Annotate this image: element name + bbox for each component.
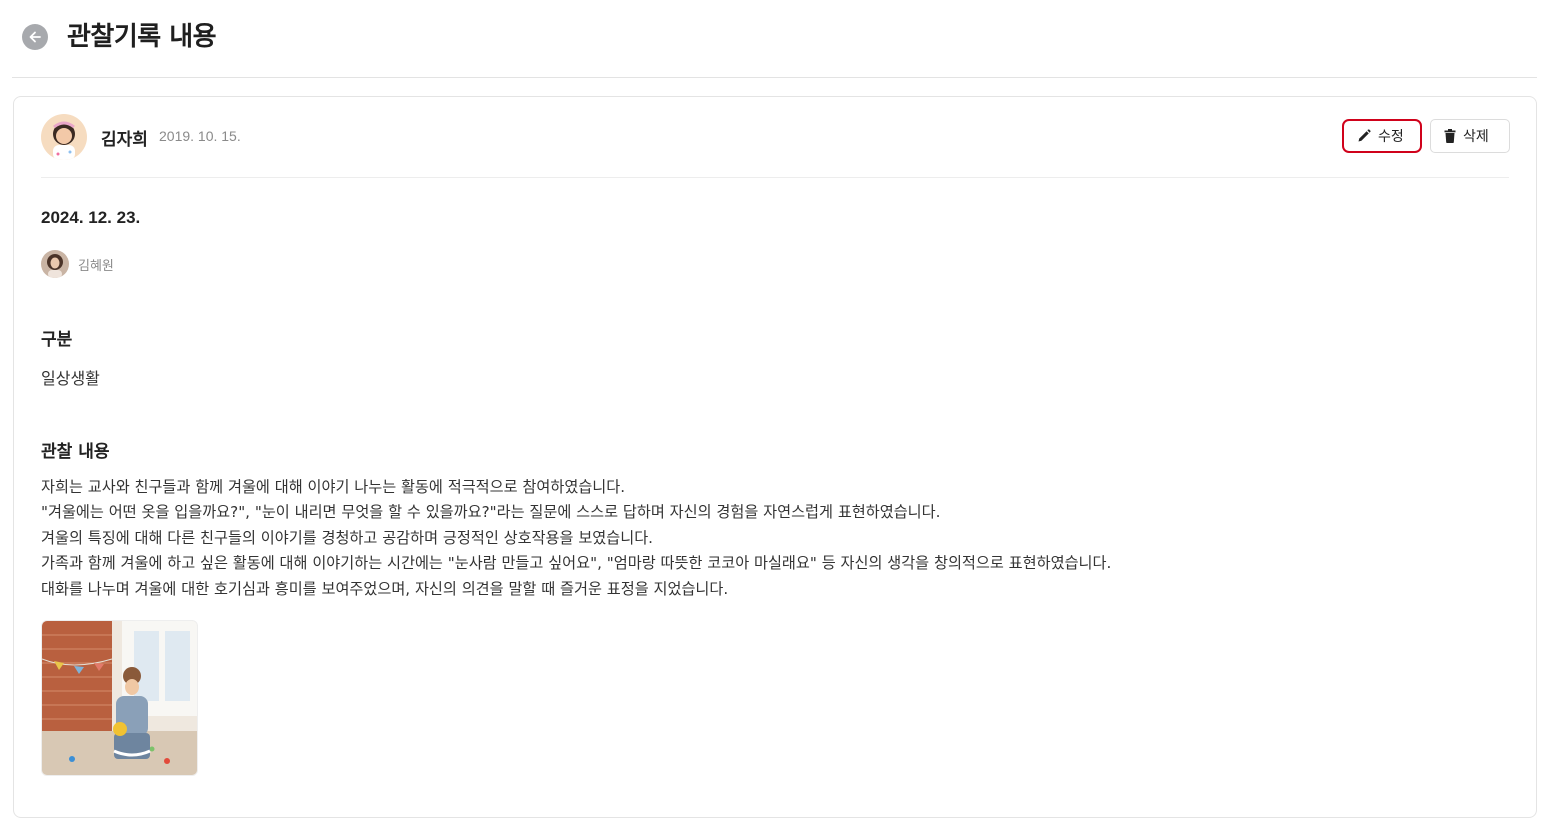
category-label: 구분 [41,330,73,350]
content-line: 대화를 나누며 겨울에 대한 호기심과 흥미를 보여주었으며, 자신의 의견을 … [41,579,729,598]
header-divider [12,77,1537,78]
category-value: 일상생활 [41,369,100,388]
card-divider [41,177,1509,178]
teacher-name: 김혜원 [78,259,114,274]
edit-button-label: 수정 [1378,129,1404,145]
pencil-icon [1358,129,1371,142]
content-line: 자희는 교사와 친구들과 함께 겨울에 대해 이야기 나누는 활동에 적극적으로… [41,478,626,496]
content-line: 가족과 함께 겨울에 하고 싶은 활동에 대해 이야기하는 시간에는 "눈사람 … [41,554,1112,573]
content-label: 관찰 내용 [41,442,110,462]
observation-record-page: 관찰기록 내용 김자희 2019. 10. 15. 수정 삭제 2024. 12… [0,0,1545,818]
teacher-avatar [41,250,69,278]
observation-content: 자희는 교사와 친구들과 함께 겨울에 대해 이야기 나누는 활동에 적극적으로… [41,475,1111,602]
edit-button[interactable]: 수정 [1342,119,1422,153]
observation-photo[interactable] [41,620,198,776]
content-line: "겨울에는 어떤 옷을 입을까요?", "눈이 내리면 무엇을 할 수 있을까요… [41,503,941,522]
back-button[interactable] [22,24,48,50]
arrow-left-icon [29,31,41,43]
content-line: 겨울의 특징에 대해 다른 친구들의 이야기를 경청하고 공감하며 긍정적인 상… [41,528,654,547]
observation-date: 2024. 12. 23. [41,208,141,227]
record-card: 김자희 2019. 10. 15. 수정 삭제 2024. 12. 23. 김혜… [13,96,1537,818]
trash-icon [1444,129,1456,143]
child-birth-date: 2019. 10. 15. [159,128,241,144]
delete-button-label: 삭제 [1463,129,1489,145]
delete-button[interactable]: 삭제 [1430,119,1510,153]
child-name: 김자희 [101,130,148,150]
page-title: 관찰기록 내용 [67,22,217,52]
page-header: 관찰기록 내용 [0,0,1545,78]
child-avatar [41,114,87,160]
